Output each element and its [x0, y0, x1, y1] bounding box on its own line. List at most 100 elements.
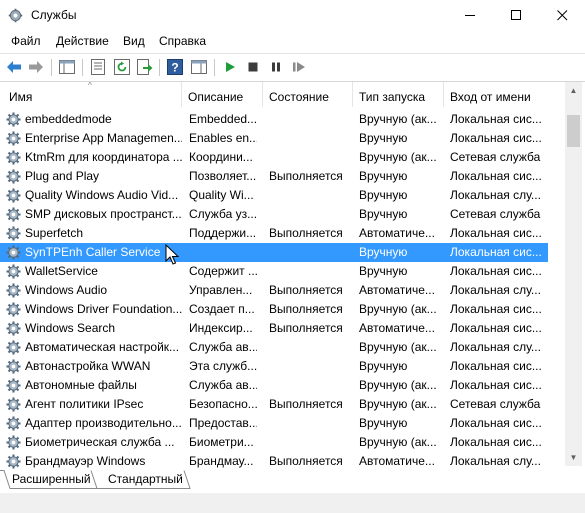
close-button[interactable]: [539, 0, 585, 31]
refresh-button[interactable]: [113, 58, 131, 76]
cell-startup: Вручную: [359, 131, 408, 145]
service-gear-icon: [6, 245, 21, 260]
tab-extended[interactable]: Расширенный: [6, 469, 97, 489]
forward-button[interactable]: [27, 58, 45, 76]
maximize-icon: [510, 10, 521, 20]
table-row[interactable]: Superfetch Поддержи... Выполняется Автомати…: [0, 224, 565, 243]
cell-desc: Создает п...: [189, 302, 255, 316]
cell-state: [269, 357, 353, 376]
help-icon: ?: [167, 59, 183, 75]
cell-startup: Вручную (ак...: [359, 378, 437, 392]
cell-name: Plug and Play: [25, 169, 100, 183]
cell-logon: Локальная сис...: [450, 264, 542, 278]
cell-logon: Локальная сис...: [450, 131, 542, 145]
scroll-down-arrow-icon[interactable]: ▼: [565, 449, 582, 466]
show-action-pane-button[interactable]: [190, 58, 208, 76]
cell-name: Автономные файлы: [25, 378, 137, 392]
table-row[interactable]: Адаптер производительно... Предостав... Вр…: [0, 414, 565, 433]
stop-icon: [248, 62, 258, 72]
cell-state: Выполняется: [269, 226, 343, 240]
service-gear-icon: [6, 416, 21, 431]
cell-state: [269, 205, 353, 224]
cell-desc: Индексир...: [189, 321, 253, 335]
table-row[interactable]: Quality Windows Audio Vid... Quality Wi..…: [0, 186, 565, 205]
show-hide-console-tree-button[interactable]: [58, 58, 76, 76]
cell-startup: Вручную: [359, 188, 408, 202]
cell-state: [269, 110, 353, 129]
properties-button[interactable]: [89, 58, 107, 76]
menu-file[interactable]: Файл: [11, 34, 41, 48]
table-row[interactable]: Plug and Play Позволяет... Выполняется Вруч…: [0, 167, 565, 186]
table-row[interactable]: Автонастройка WWAN Эта служб... Вручную Лок…: [0, 357, 565, 376]
column-header-row: ^ Имя Описание Состояние Тип запуска Вхо…: [0, 81, 565, 107]
pause-service-button[interactable]: [267, 58, 285, 76]
service-gear-icon: [6, 283, 21, 298]
service-gear-icon: [6, 264, 21, 279]
menu-view[interactable]: Вид: [123, 34, 145, 48]
stop-service-button[interactable]: [244, 58, 262, 76]
arrow-left-icon: [7, 61, 21, 73]
scrollbar-thumb[interactable]: [567, 115, 580, 147]
table-row-selected[interactable]: SynTPEnh Caller Service Вручную Локальная …: [0, 243, 548, 262]
service-gear-icon: [6, 226, 21, 241]
export-list-icon: [137, 59, 153, 75]
table-row[interactable]: Биометрическая служба ... Биометри... Вруч…: [0, 433, 565, 452]
cell-logon: Локальная сис...: [450, 112, 542, 126]
cell-state: [269, 243, 353, 262]
cell-desc: Embedded...: [189, 112, 257, 126]
cell-logon: Сетевая служба: [450, 397, 541, 411]
cell-logon: Локальная сис...: [450, 302, 542, 316]
column-header-status[interactable]: Состояние: [264, 82, 353, 107]
table-row[interactable]: Автоматическая настройк... Служба ав... Вр…: [0, 338, 565, 357]
service-gear-icon: [6, 378, 21, 393]
close-icon: [556, 10, 567, 21]
table-row[interactable]: embeddedmode Embedded... Вручную (ак... Лок…: [0, 110, 565, 129]
table-row[interactable]: Агент политики IPsec Безопасно... Выполняе…: [0, 395, 565, 414]
cell-state: [269, 129, 353, 148]
service-rows: embeddedmode Embedded... Вручную (ак... Лок…: [0, 110, 565, 471]
column-header-log-on-as[interactable]: Вход от имени: [445, 82, 565, 107]
cell-logon: Локальная сис...: [450, 321, 542, 335]
minimize-button[interactable]: [447, 0, 493, 31]
table-row[interactable]: Windows Audio Управлен... Выполняется Автом…: [0, 281, 565, 300]
table-row[interactable]: Windows Driver Foundation... Создает п...…: [0, 300, 565, 319]
cell-state: [269, 376, 353, 395]
cell-state: [269, 338, 353, 357]
cell-state: Выполняется: [269, 169, 343, 183]
play-icon: [226, 62, 235, 72]
cell-logon: Сетевая служба: [450, 150, 541, 164]
table-row[interactable]: WalletService Содержит ... Вручную Локальна…: [0, 262, 565, 281]
column-header-description[interactable]: Описание: [183, 82, 263, 107]
menu-help[interactable]: Справка: [159, 34, 206, 48]
table-row[interactable]: Автономные файлы Служба ав... Вручную (ак.…: [0, 376, 565, 395]
table-row[interactable]: Windows Search Индексир... Выполняется Авто…: [0, 319, 565, 338]
column-header-name[interactable]: Имя: [4, 82, 182, 107]
tab-standard[interactable]: Стандартный: [102, 469, 189, 489]
cell-logon: Локальная слу...: [450, 340, 541, 354]
service-gear-icon: [6, 169, 21, 184]
cell-state: Выполняется: [269, 397, 343, 411]
refresh-icon: [114, 59, 130, 75]
back-button[interactable]: [5, 58, 23, 76]
cell-name: SynTPEnh Caller Service: [25, 245, 161, 259]
column-header-startup-type[interactable]: Тип запуска: [354, 82, 444, 107]
maximize-button[interactable]: [493, 0, 539, 31]
cell-state: Выполняется: [269, 321, 343, 335]
start-service-button[interactable]: [221, 58, 239, 76]
menu-action[interactable]: Действие: [56, 34, 109, 48]
scroll-up-arrow-icon[interactable]: ▲: [565, 82, 582, 99]
table-row[interactable]: KtmRm для координатора ... Координи... Вру…: [0, 148, 565, 167]
vertical-scrollbar[interactable]: ▲ ▼: [565, 82, 582, 466]
resume-service-button[interactable]: [290, 58, 308, 76]
service-gear-icon: [6, 397, 21, 412]
toolbar-separator: [159, 59, 160, 76]
export-list-button[interactable]: [136, 58, 154, 76]
help-button[interactable]: ?: [166, 58, 184, 76]
cell-name: WalletService: [25, 264, 98, 278]
table-row[interactable]: SMP дисковых пространст... Служба уз... Вр…: [0, 205, 565, 224]
service-gear-icon: [6, 340, 21, 355]
cell-logon: Локальная сис...: [450, 245, 542, 259]
table-row[interactable]: Enterprise App Managemen... Enables en...…: [0, 129, 565, 148]
toolbar-separator: [51, 59, 52, 76]
services-list: ^ Имя Описание Состояние Тип запуска Вхо…: [0, 81, 585, 469]
